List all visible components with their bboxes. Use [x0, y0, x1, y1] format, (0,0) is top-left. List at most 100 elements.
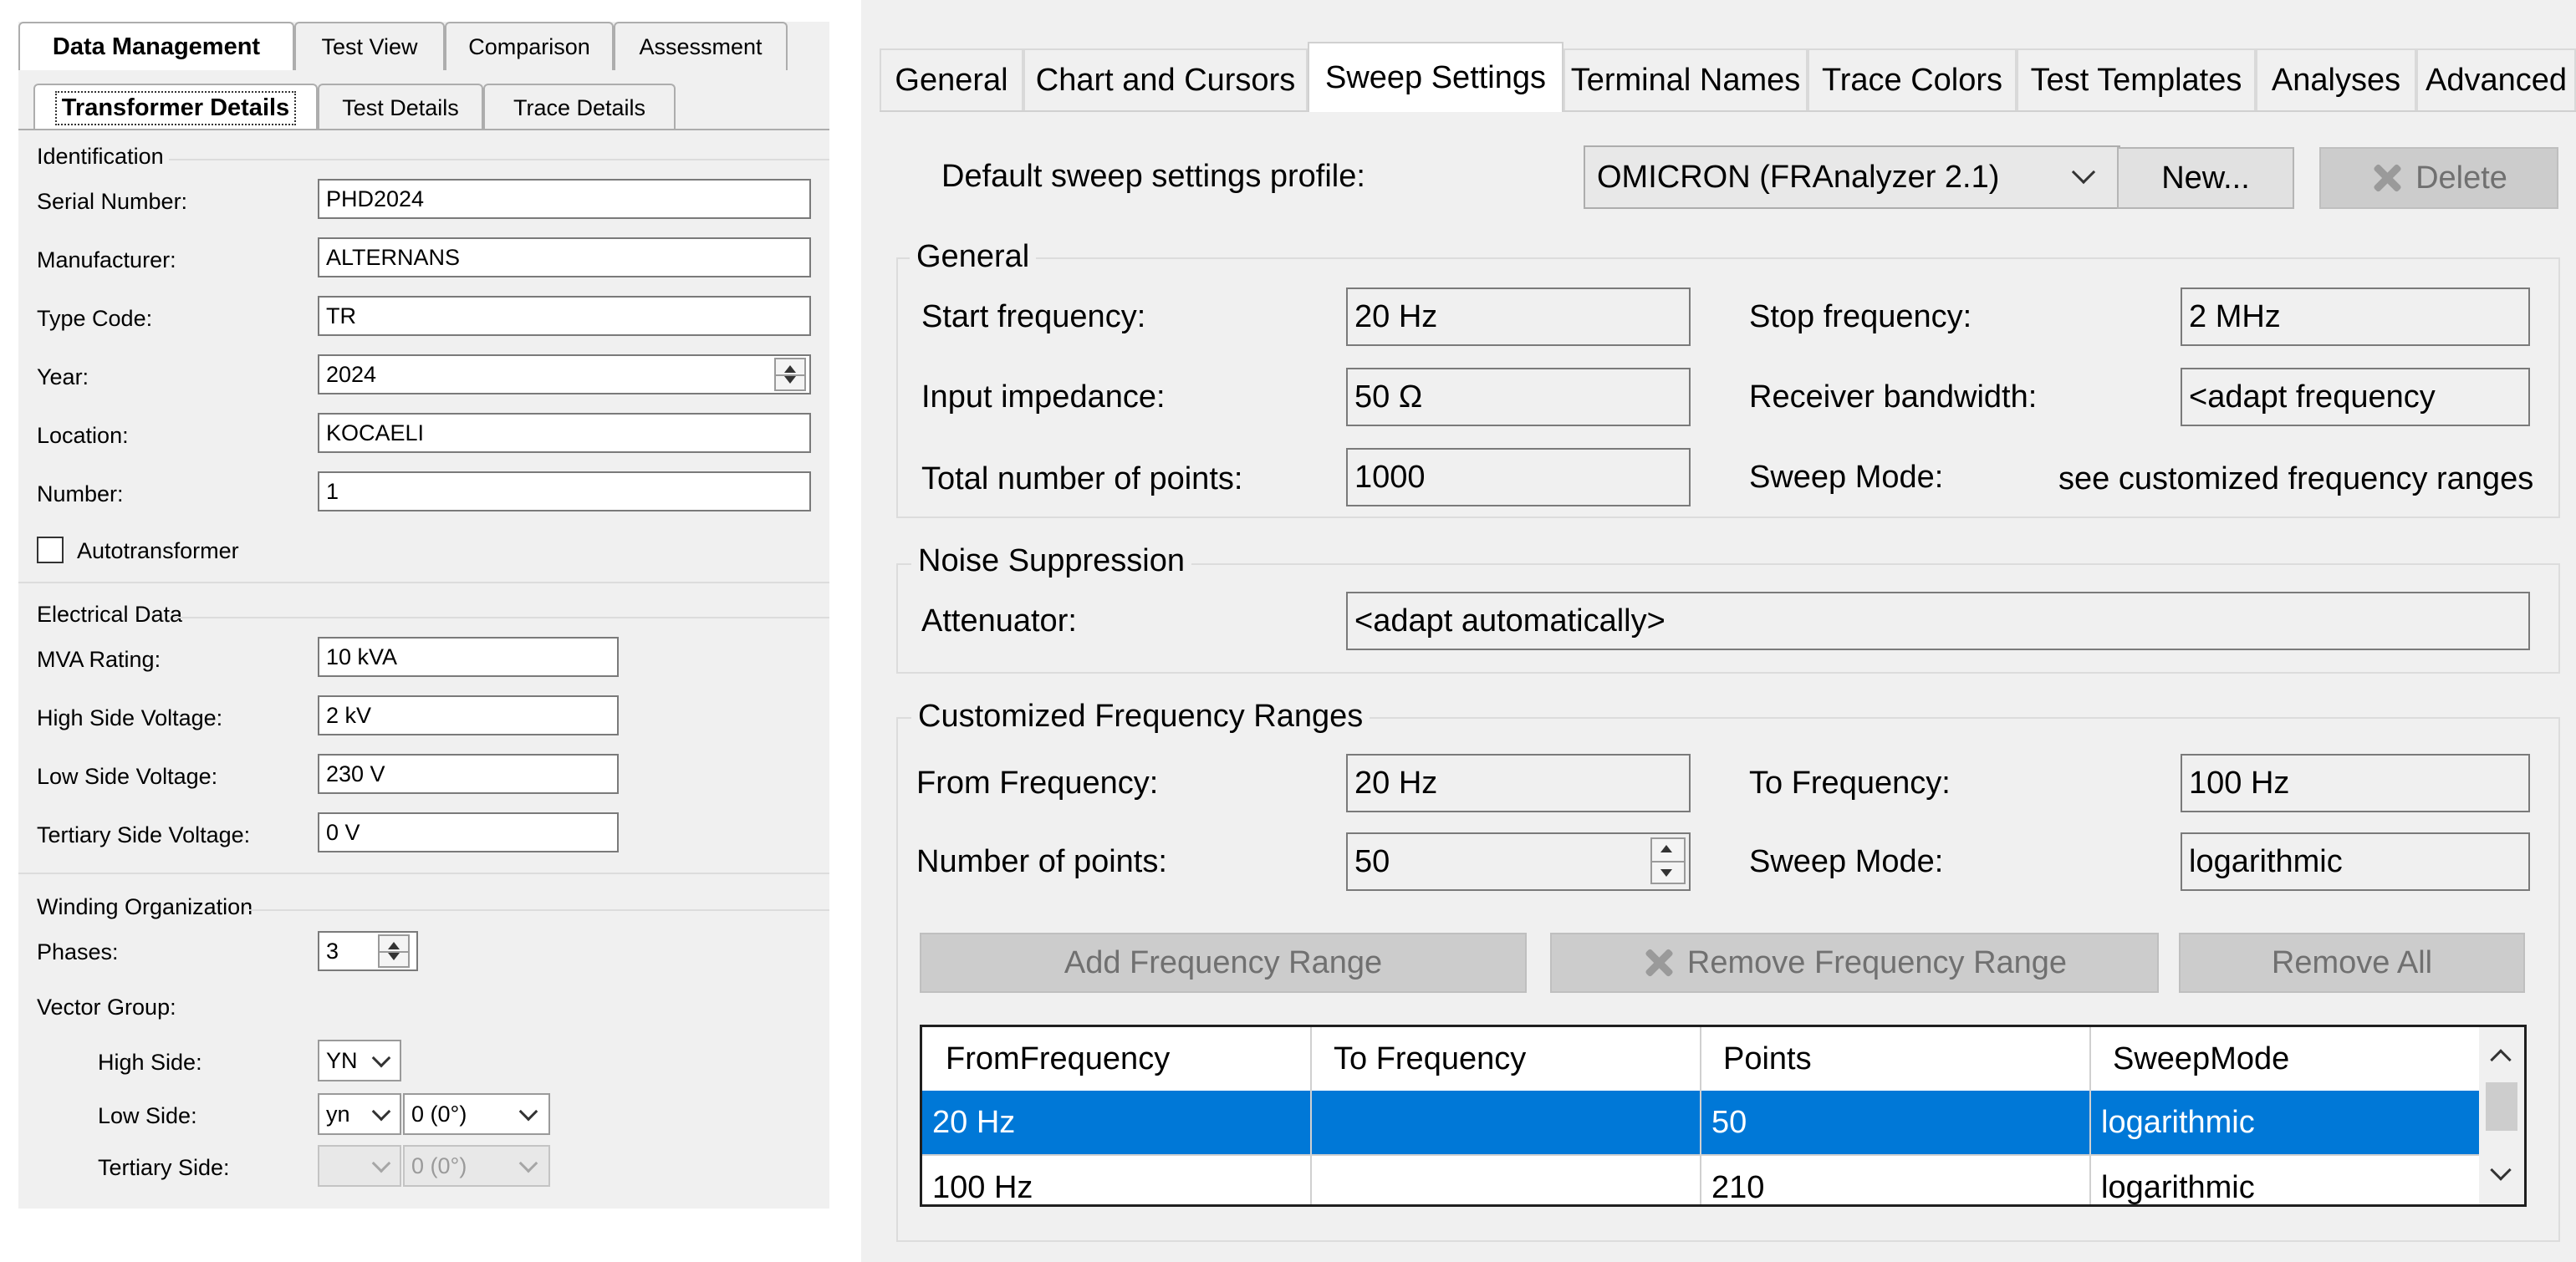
- tab-comparison[interactable]: Comparison: [445, 22, 614, 70]
- high-side-select[interactable]: YN: [318, 1040, 401, 1081]
- group-electrical-title: Electrical Data: [37, 602, 183, 627]
- grid-header-sweepmode[interactable]: SweepMode: [2103, 1027, 2289, 1091]
- year-spinner-icon[interactable]: [774, 358, 806, 391]
- serial-number-input[interactable]: PHD2024: [318, 179, 811, 219]
- sweep-mode-label: Sweep Mode:: [1749, 460, 1944, 495]
- start-frequency-field[interactable]: 20 Hz: [1346, 288, 1691, 346]
- tab-label: General: [895, 62, 1008, 98]
- tab-terminal-names[interactable]: Terminal Names: [1563, 48, 1808, 110]
- tab-assessment[interactable]: Assessment: [614, 22, 788, 70]
- receiver-bandwidth-field[interactable]: <adapt frequency: [2181, 368, 2530, 426]
- input-impedance-field[interactable]: 50 Ω: [1346, 368, 1691, 426]
- tab-chart-and-cursors[interactable]: Chart and Cursors: [1023, 48, 1308, 110]
- serial-number-label: Serial Number:: [37, 189, 188, 214]
- grid-cell-sweepmode[interactable]: logarithmic: [2091, 1156, 2255, 1205]
- scrollbar-thumb[interactable]: [2486, 1082, 2517, 1131]
- start-frequency-label: Start frequency:: [921, 299, 1146, 334]
- remove-frequency-range-button[interactable]: Remove Frequency Range: [1550, 933, 2159, 993]
- year-label: Year:: [37, 364, 89, 389]
- tab-trace-details[interactable]: Trace Details: [483, 84, 676, 130]
- tab-label: Assessment: [639, 33, 763, 59]
- tab-analyses[interactable]: Analyses: [2256, 48, 2416, 110]
- mva-rating-input[interactable]: 10 kVA: [318, 637, 619, 677]
- remove-all-button[interactable]: Remove All: [2179, 933, 2525, 993]
- transformer-data-panel: Data Management Test View Comparison Ass…: [18, 22, 829, 1209]
- mva-rating-label: MVA Rating:: [37, 647, 161, 672]
- grid-header-from[interactable]: FromFrequency: [936, 1027, 1170, 1091]
- location-input[interactable]: KOCAELI: [318, 413, 811, 453]
- phases-label: Phases:: [37, 939, 119, 964]
- tab-general[interactable]: General: [880, 48, 1023, 110]
- grid-cell-to[interactable]: [1312, 1091, 1322, 1154]
- tab-test-templates[interactable]: Test Templates: [2017, 48, 2256, 110]
- tab-advanced[interactable]: Advanced: [2416, 48, 2576, 110]
- number-of-points-input[interactable]: 50: [1346, 832, 1691, 891]
- profile-select[interactable]: OMICRON (FRAnalyzer 2.1): [1584, 145, 2120, 209]
- low-side-angle-value: 0 (0°): [411, 1101, 467, 1127]
- frequency-range-grid[interactable]: FromFrequency To Frequency Points SweepM…: [920, 1025, 2527, 1207]
- grid-cell-points[interactable]: 50: [1701, 1091, 1747, 1154]
- tab-data-management[interactable]: Data Management: [18, 22, 294, 70]
- grid-scrollbar[interactable]: [2479, 1027, 2524, 1204]
- number-input[interactable]: 1: [318, 471, 811, 511]
- scroll-down-icon[interactable]: [2490, 1159, 2512, 1181]
- attenuator-field[interactable]: <adapt automatically>: [1346, 592, 2530, 650]
- tab-transformer-details[interactable]: Transformer Details: [33, 84, 318, 130]
- group-identification-title: Identification: [37, 144, 164, 169]
- grid-cell-sweepmode[interactable]: logarithmic: [2091, 1091, 2255, 1154]
- delete-profile-button[interactable]: Delete: [2319, 147, 2558, 209]
- stop-frequency-field[interactable]: 2 MHz: [2181, 288, 2530, 346]
- number-label: Number:: [37, 481, 124, 506]
- stop-frequency-label: Stop frequency:: [1749, 299, 1972, 334]
- from-frequency-label: From Frequency:: [916, 766, 1159, 801]
- tertiary-side-angle-value: 0 (0°): [411, 1153, 467, 1178]
- tab-label: Transformer Details: [54, 90, 297, 125]
- group-line: [174, 617, 829, 618]
- number-of-points-label: Number of points:: [916, 844, 1167, 879]
- grid-header-to[interactable]: To Frequency: [1324, 1027, 1526, 1091]
- tab-label: Test View: [321, 33, 418, 59]
- autotransformer-checkbox[interactable]: [37, 537, 64, 563]
- to-frequency-input[interactable]: 100 Hz: [2181, 754, 2530, 812]
- button-label: Add Frequency Range: [1064, 944, 1383, 980]
- tab-label: Advanced: [2425, 62, 2567, 98]
- column-separator: [1700, 1027, 1701, 1204]
- low-side-select[interactable]: yn: [318, 1093, 401, 1135]
- chevron-down-icon: [2071, 160, 2096, 185]
- phases-spinner-icon[interactable]: [378, 934, 410, 968]
- chevron-down-icon: [371, 1153, 391, 1173]
- tab-test-details[interactable]: Test Details: [318, 84, 483, 130]
- chevron-down-icon: [371, 1048, 391, 1068]
- group-general-title: General: [910, 239, 1037, 275]
- receiver-bandwidth-label: Receiver bandwidth:: [1749, 379, 2038, 415]
- profile-label: Default sweep settings profile:: [941, 159, 1365, 194]
- low-side-value: yn: [326, 1101, 350, 1127]
- new-profile-button[interactable]: New...: [2117, 147, 2294, 209]
- total-points-field[interactable]: 1000: [1346, 448, 1691, 506]
- type-code-input[interactable]: TR: [318, 296, 811, 336]
- tertiary-side-voltage-input[interactable]: 0 V: [318, 812, 619, 852]
- tertiary-side-angle-select[interactable]: 0 (0°): [403, 1145, 550, 1187]
- scroll-up-icon[interactable]: [2490, 1049, 2512, 1071]
- add-frequency-range-button[interactable]: Add Frequency Range: [920, 933, 1527, 993]
- custom-sweep-mode-field[interactable]: logarithmic: [2181, 832, 2530, 891]
- grid-cell-to[interactable]: [1312, 1156, 1322, 1204]
- tab-sweep-settings[interactable]: Sweep Settings: [1308, 42, 1563, 112]
- year-input[interactable]: 2024: [318, 354, 811, 394]
- from-frequency-input[interactable]: 20 Hz: [1346, 754, 1691, 812]
- manufacturer-input[interactable]: ALTERNANS: [318, 237, 811, 277]
- column-separator: [2089, 1027, 2091, 1204]
- input-impedance-label: Input impedance:: [921, 379, 1166, 415]
- low-side-voltage-input[interactable]: 230 V: [318, 754, 619, 794]
- low-side-angle-select[interactable]: 0 (0°): [403, 1093, 550, 1135]
- grid-cell-from[interactable]: 100 Hz: [922, 1156, 1033, 1205]
- grid-cell-points[interactable]: 210: [1701, 1156, 1764, 1205]
- tab-label: Chart and Cursors: [1035, 62, 1296, 98]
- grid-cell-from[interactable]: 20 Hz: [922, 1091, 1015, 1154]
- tertiary-side-select[interactable]: [318, 1145, 401, 1187]
- grid-header-points[interactable]: Points: [1713, 1027, 1812, 1091]
- tab-test-view[interactable]: Test View: [294, 22, 445, 70]
- high-side-voltage-input[interactable]: 2 kV: [318, 695, 619, 735]
- tab-trace-colors[interactable]: Trace Colors: [1808, 48, 2017, 110]
- points-spinner-icon[interactable]: [1650, 837, 1686, 884]
